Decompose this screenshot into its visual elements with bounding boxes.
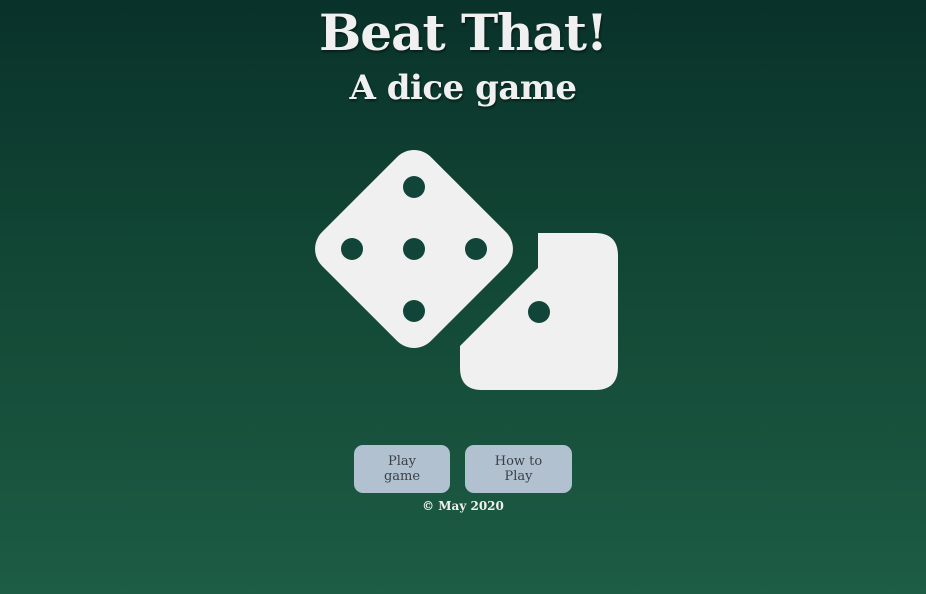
pip	[528, 301, 550, 323]
pip	[403, 238, 425, 260]
dice-icon	[315, 150, 618, 390]
pip	[341, 238, 363, 260]
pip	[403, 176, 425, 198]
how-to-play-button[interactable]: How to Play	[465, 445, 572, 493]
play-game-button[interactable]: Play game	[354, 445, 450, 493]
page-title: Beat That!	[319, 3, 608, 62]
action-buttons: Play game How to Play	[0, 445, 926, 493]
copyright-footer: © May 2020	[422, 499, 504, 513]
pip	[403, 300, 425, 322]
pip	[465, 238, 487, 260]
page-subtitle: A dice game	[349, 68, 578, 108]
